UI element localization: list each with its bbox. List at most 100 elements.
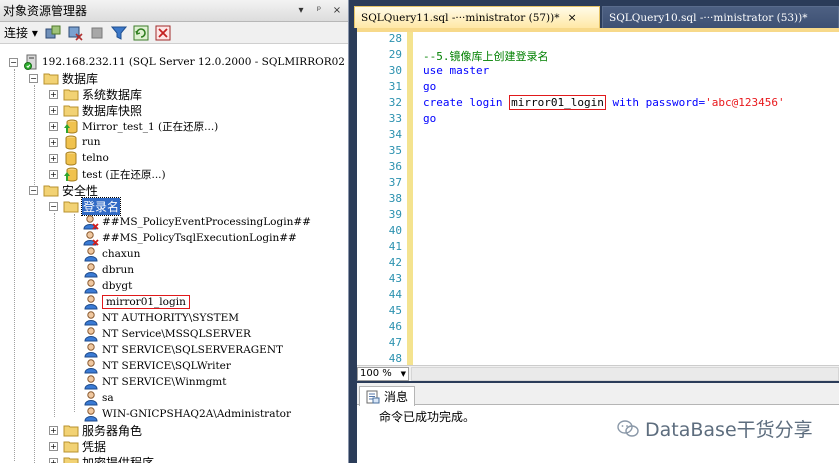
collapse-toggle[interactable]: −: [29, 185, 38, 195]
tree-node-databases[interactable]: − 数据库: [29, 70, 98, 86]
refresh-icon[interactable]: [132, 24, 150, 42]
tree-node-login[interactable]: NT SERVICE\Winmgmt: [83, 374, 226, 390]
expand-toggle[interactable]: +: [49, 169, 58, 179]
disconnect-icon[interactable]: [66, 24, 84, 42]
messages-icon: [366, 390, 380, 404]
line-number: 43: [388, 272, 402, 285]
tree-node-login[interactable]: ##MS_PolicyTsqlExecutionLogin##: [83, 230, 297, 246]
login-icon: [83, 406, 99, 422]
tree-node-login[interactable]: NT AUTHORITY\SYSTEM: [83, 310, 239, 326]
server-icon: [23, 54, 39, 70]
expand-toggle[interactable]: +: [49, 89, 58, 99]
line-number: 39: [388, 208, 402, 221]
line-number: 30: [388, 64, 402, 77]
tab-sqlquery10[interactable]: SQLQuery10.sql -···ministrator (53))*: [602, 6, 839, 28]
tree-node-login[interactable]: ##MS_PolicyEventProcessingLogin##: [83, 214, 311, 230]
line-number: 45: [388, 304, 402, 317]
expand-toggle[interactable]: +: [49, 457, 58, 463]
collapse-toggle[interactable]: −: [29, 73, 38, 83]
line-number: 36: [388, 160, 402, 173]
tree-node-label: 服务器角色: [82, 423, 143, 438]
expand-toggle[interactable]: +: [49, 153, 58, 163]
expand-toggle[interactable]: +: [49, 441, 58, 451]
expand-toggle[interactable]: +: [49, 425, 58, 435]
database-icon: [63, 150, 79, 166]
line-number: 33: [388, 112, 402, 125]
folder-icon: [43, 182, 59, 198]
tree-node-label: NT Service\MSSQLSERVER: [102, 328, 251, 340]
tree-node-mirror-test-1[interactable]: + Mirror_test_1 (正在还原...): [49, 118, 218, 134]
tree-node-database-snapshots[interactable]: + 数据库快照: [49, 102, 142, 118]
tree-node-login[interactable]: NT SERVICE\SQLSERVERAGENT: [83, 342, 283, 358]
tree-node-label: dbrun: [102, 264, 134, 276]
code-line: go: [423, 112, 436, 125]
line-number: 48: [388, 352, 402, 365]
line-number-gutter: 28 29 30 31 32 33 34 35 36 37 38 39 40 41 42 43 44 45 46 47…: [357, 32, 407, 365]
auto-hide-pin-button[interactable]: ᵖ: [312, 4, 326, 18]
close-panel-button[interactable]: ×: [330, 4, 344, 18]
line-number: 35: [388, 144, 402, 157]
line-number: 38: [388, 192, 402, 205]
tree-node-security[interactable]: − 安全性: [29, 182, 98, 198]
tree-node-login[interactable]: NT SERVICE\SQLWriter: [83, 358, 231, 374]
tree-node-label: chaxun: [102, 248, 141, 260]
tree-node-login[interactable]: dbygt: [83, 278, 132, 294]
tree-node-label: ##MS_PolicyEventProcessingLogin##: [102, 216, 311, 228]
connect-object-explorer-icon[interactable]: [44, 24, 62, 42]
tree-node-server-roles[interactable]: + 服务器角色: [49, 422, 142, 438]
folder-icon: [63, 102, 79, 118]
expand-toggle[interactable]: +: [49, 137, 58, 147]
folder-icon: [63, 438, 79, 454]
expand-toggle[interactable]: +: [49, 105, 58, 115]
code-line: --5.镜像库上创建登录名: [423, 48, 549, 64]
line-number: 41: [388, 240, 402, 253]
tab-sqlquery11[interactable]: SQLQuery11.sql -···ministrator (57))* ×: [354, 6, 600, 28]
stop-icon[interactable]: [88, 24, 106, 42]
close-tab-icon[interactable]: ×: [568, 11, 577, 24]
query-editor[interactable]: 28 29 30 31 32 33 34 35 36 37 38 39 40 41 42 43 44 45 46 47…: [357, 28, 839, 365]
code-line: go: [423, 80, 436, 93]
tree-node-server[interactable]: − 192.168.232.11 (SQL Server 12.0.2000 -…: [9, 54, 345, 70]
database-restoring-icon: [63, 118, 79, 134]
connect-button[interactable]: 连接 ▾: [4, 24, 38, 41]
login-icon: [83, 390, 99, 406]
object-explorer-panel: 对象资源管理器 ▾ ᵖ × 连接 ▾ − 192.168.232.11 (SQL…: [0, 0, 349, 463]
tree-node-login[interactable]: WIN-GNICPSHAQ2A\Administrator: [83, 406, 291, 422]
watermark: DataBase干货分享: [617, 415, 813, 442]
zoom-value: 100 %: [360, 368, 392, 379]
tree-node-run[interactable]: + run: [49, 134, 101, 150]
tree-node-logins[interactable]: − 登录名: [49, 196, 122, 216]
editor-status-strip: 100 % ▼: [357, 365, 839, 381]
filter-icon[interactable]: [110, 24, 128, 42]
tree-node-label: 系统数据库: [82, 87, 143, 102]
expand-toggle[interactable]: +: [49, 121, 58, 131]
login-name-highlight: mirror01_login: [509, 95, 606, 110]
line-number: 40: [388, 224, 402, 237]
tree-node-credentials[interactable]: + 凭据: [49, 438, 106, 454]
tree-node-test[interactable]: + test (正在还原...): [49, 166, 166, 182]
tree-node-label: test (正在还原...): [82, 168, 166, 181]
watermark-text: DataBase干货分享: [645, 419, 813, 441]
tree-node-system-databases[interactable]: + 系统数据库: [49, 86, 142, 102]
tree-node-login[interactable]: dbrun: [83, 262, 134, 278]
tree-node-login[interactable]: sa: [83, 390, 114, 406]
tree-node-label: Mirror_test_1 (正在还原...): [82, 120, 219, 133]
database-restoring-icon: [63, 166, 79, 182]
tab-messages[interactable]: 消息: [359, 386, 416, 406]
login-disabled-icon: [83, 214, 99, 230]
line-number: 29: [388, 48, 402, 61]
collapse-toggle[interactable]: −: [9, 57, 18, 67]
tree-node-cryptographic-providers[interactable]: + 加密提供程序: [49, 454, 154, 463]
tree-node-login[interactable]: NT Service\MSSQLSERVER: [83, 326, 251, 342]
tree-node-telno[interactable]: + telno: [49, 150, 109, 166]
stop-refresh-icon[interactable]: [154, 24, 172, 42]
collapse-toggle[interactable]: −: [49, 201, 58, 211]
code-line: create login mirror01_login with passwor…: [423, 95, 785, 110]
zoom-dropdown[interactable]: 100 % ▼: [357, 366, 409, 381]
keyword-go: go: [423, 112, 437, 125]
tree-node-login-mirror01[interactable]: mirror01_login: [83, 294, 190, 310]
horizontal-scrollbar[interactable]: [411, 366, 839, 381]
tree-node-login[interactable]: chaxun: [83, 246, 140, 262]
code-area[interactable]: --5.镜像库上创建登录名 use master go create login…: [423, 32, 839, 365]
window-position-button[interactable]: ▾: [294, 4, 308, 18]
